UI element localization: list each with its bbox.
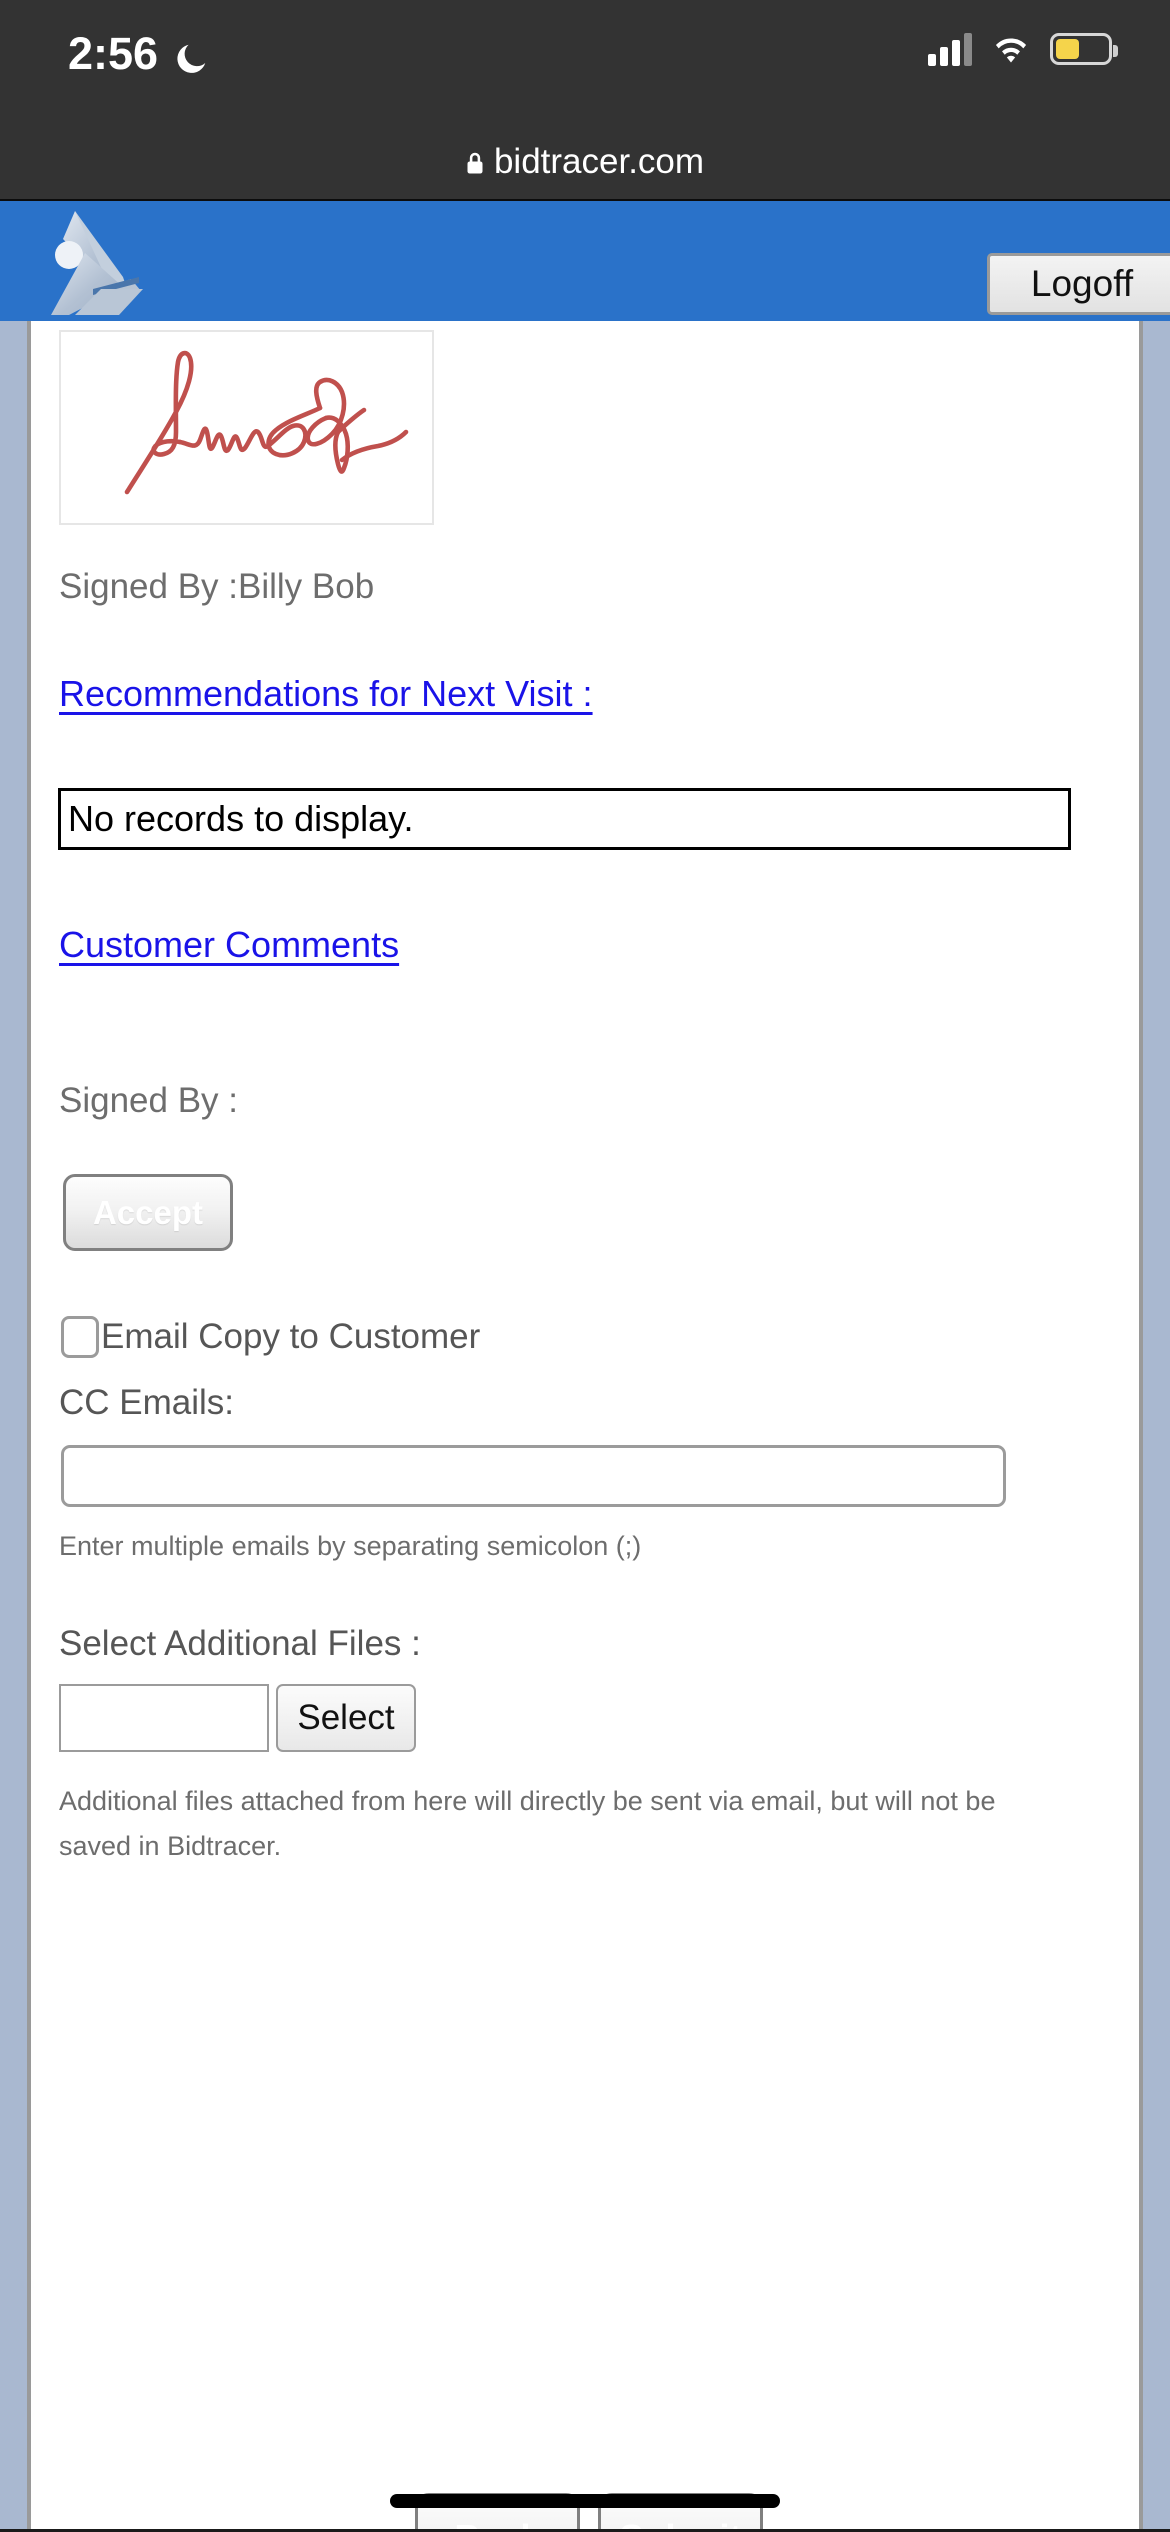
no-records-text: No records to display. (68, 798, 414, 839)
cc-emails-label: CC Emails: (59, 1383, 235, 1422)
page-background: Signed By :Billy Bob Recommendations for… (0, 321, 1170, 2532)
cc-emails-input[interactable] (61, 1445, 1006, 1507)
select-additional-files-row: Select (59, 1684, 1139, 1752)
signed-by-top-label: Signed By :Billy Bob (59, 567, 375, 606)
clock-time: 2:56 (68, 28, 159, 79)
email-copy-to-customer-row[interactable]: Email Copy to Customer (61, 1316, 1139, 1358)
customer-comments-link-row: Customer Comments (59, 924, 1139, 966)
customer-comments-link[interactable]: Customer Comments (59, 924, 399, 966)
home-indicator (390, 2494, 780, 2508)
app-header: Logoff (0, 199, 1170, 321)
wifi-icon (990, 33, 1032, 65)
browser-address-bar[interactable]: bidtracer.com (0, 125, 1170, 199)
additional-files-input[interactable] (59, 1684, 269, 1752)
crescent-moon-icon (172, 37, 210, 75)
signed-by-bottom-label: Signed By : (59, 1081, 238, 1120)
status-bar-right (928, 32, 1118, 66)
signature-image (59, 330, 434, 525)
recommendations-for-next-visit-link[interactable]: Recommendations for Next Visit : (59, 673, 593, 715)
cellular-signal-icon (928, 32, 972, 66)
additional-files-help-text: Additional files attached from here will… (59, 1786, 996, 1861)
bidtracer-logo (27, 205, 207, 323)
cc-emails-help-text: Enter multiple emails by separating semi… (59, 1531, 642, 1561)
browser-chrome: 2:56 bidtracer.com (0, 0, 1170, 199)
accept-button[interactable]: Accept (63, 1174, 233, 1251)
recommendations-empty-grid: No records to display. (58, 788, 1071, 850)
email-copy-to-customer-checkbox[interactable] (61, 1316, 99, 1358)
recommendations-link-row: Recommendations for Next Visit : (59, 673, 1139, 715)
phone-screen: 2:56 bidtracer.com Logoff Signed By:Bil… (0, 0, 1170, 2532)
ios-status-bar: 2:56 (0, 0, 1170, 125)
address-bar-host: bidtracer.com (493, 142, 705, 181)
select-file-button[interactable]: Select (276, 1684, 416, 1752)
lock-icon (466, 151, 484, 175)
logoff-button[interactable]: Logoff (987, 253, 1170, 315)
page-content: Signed By :Billy Bob Recommendations for… (27, 321, 1143, 2532)
status-bar-left: 2:56 (68, 28, 210, 80)
email-copy-to-customer-label: Email Copy to Customer (101, 1317, 481, 1356)
select-additional-files-label: Select Additional Files : (59, 1624, 421, 1663)
battery-low-power-icon (1050, 33, 1118, 65)
